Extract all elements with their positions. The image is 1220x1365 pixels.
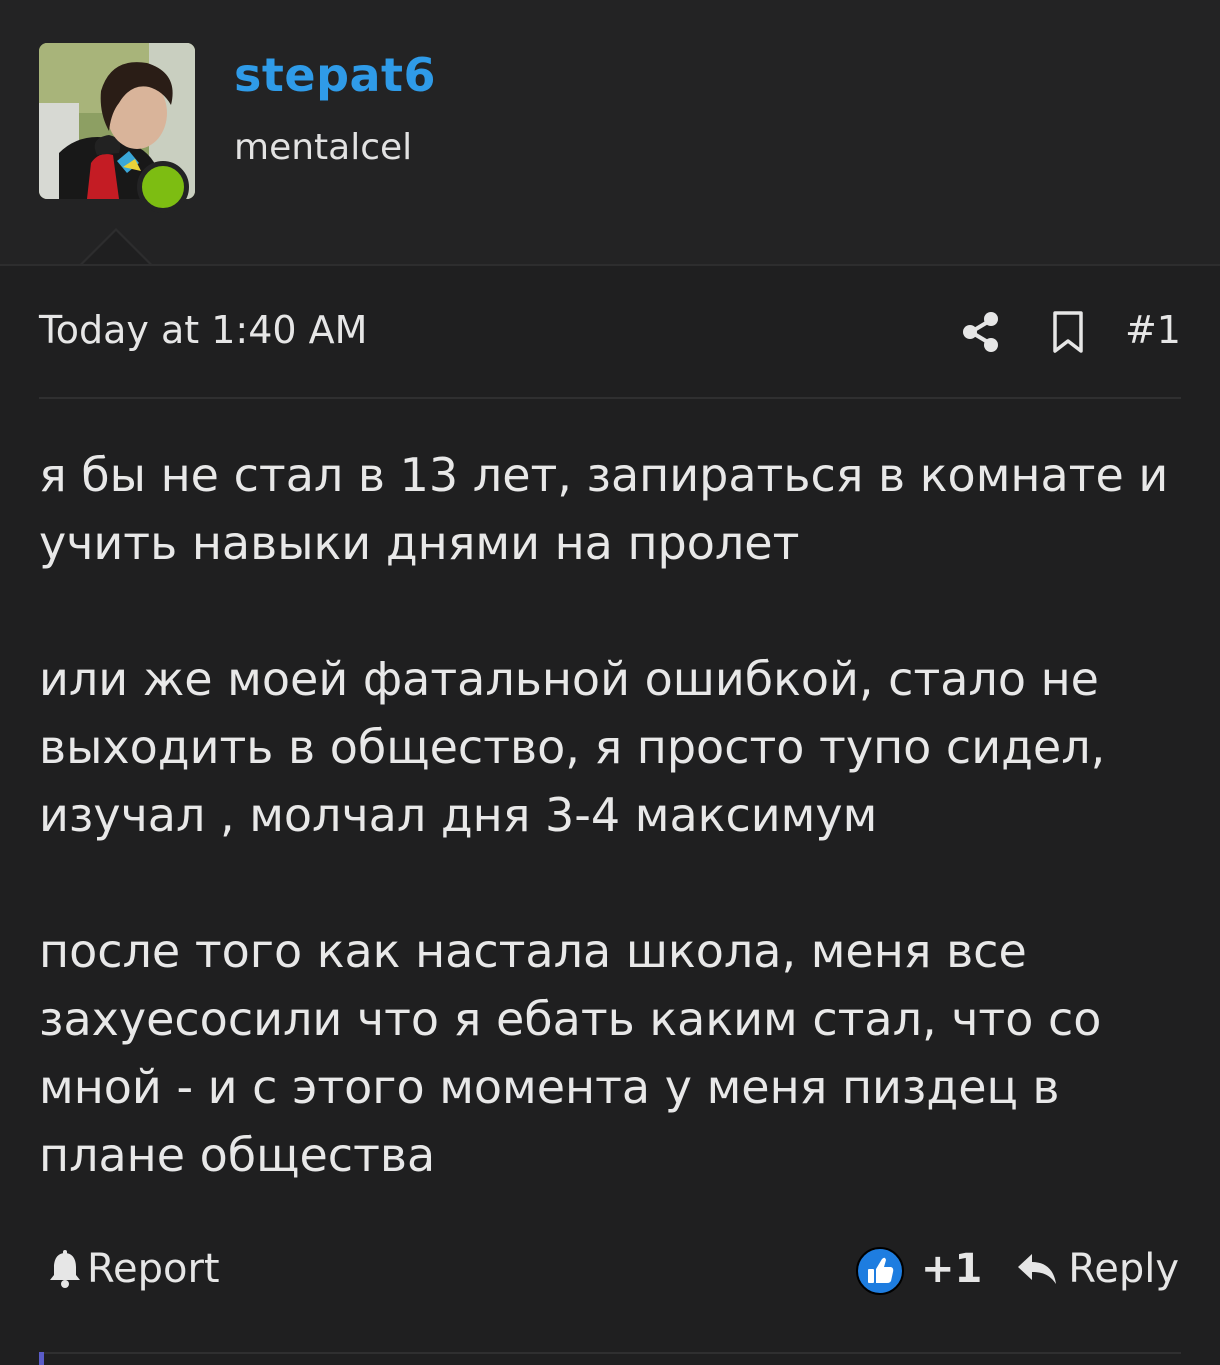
reply-label: Reply xyxy=(1068,1246,1179,1292)
meta-divider xyxy=(39,397,1181,399)
post-paragraph: или же моей фатальной ошибкой, стало не … xyxy=(39,652,1106,842)
post-paragraph: я бы не стал в 13 лет, запираться в комн… xyxy=(39,448,1169,570)
online-status-indicator xyxy=(137,161,189,213)
thumbs-up-icon[interactable] xyxy=(855,1246,905,1296)
bell-icon xyxy=(50,1250,80,1288)
share-icon xyxy=(963,312,998,352)
report-label: Report xyxy=(87,1246,220,1292)
reply-button[interactable]: Reply xyxy=(1016,1246,1179,1292)
user-title: mentalcel xyxy=(234,127,413,168)
post-footer: Report +1 Reply xyxy=(39,1240,1181,1304)
username-link[interactable]: stepat6 xyxy=(234,48,436,102)
bookmark-icon xyxy=(1053,311,1083,353)
post-page: stepat6 mentalcel Today at 1:40 AM #1 я … xyxy=(0,0,1220,1365)
reaction-count[interactable]: +1 xyxy=(921,1246,982,1292)
post-timestamp[interactable]: Today at 1:40 AM xyxy=(39,308,367,352)
reply-arrow-icon xyxy=(1018,1254,1057,1284)
avatar[interactable] xyxy=(39,43,195,213)
post-body: я бы не стал в 13 лет, запираться в комн… xyxy=(39,441,1189,1257)
bottom-divider xyxy=(39,1352,1181,1354)
report-button[interactable]: Report xyxy=(47,1246,220,1292)
post-meta: Today at 1:40 AM #1 xyxy=(39,306,1181,358)
post-paragraph: после того как настала школа, меня все з… xyxy=(39,924,1102,1182)
user-header: stepat6 mentalcel xyxy=(0,0,1220,266)
post-number-link[interactable]: #1 xyxy=(1125,308,1181,352)
header-notch-inner xyxy=(83,231,149,264)
bookmark-button[interactable] xyxy=(1051,310,1085,354)
next-post-accent xyxy=(39,1352,44,1365)
share-button[interactable] xyxy=(961,310,1001,354)
